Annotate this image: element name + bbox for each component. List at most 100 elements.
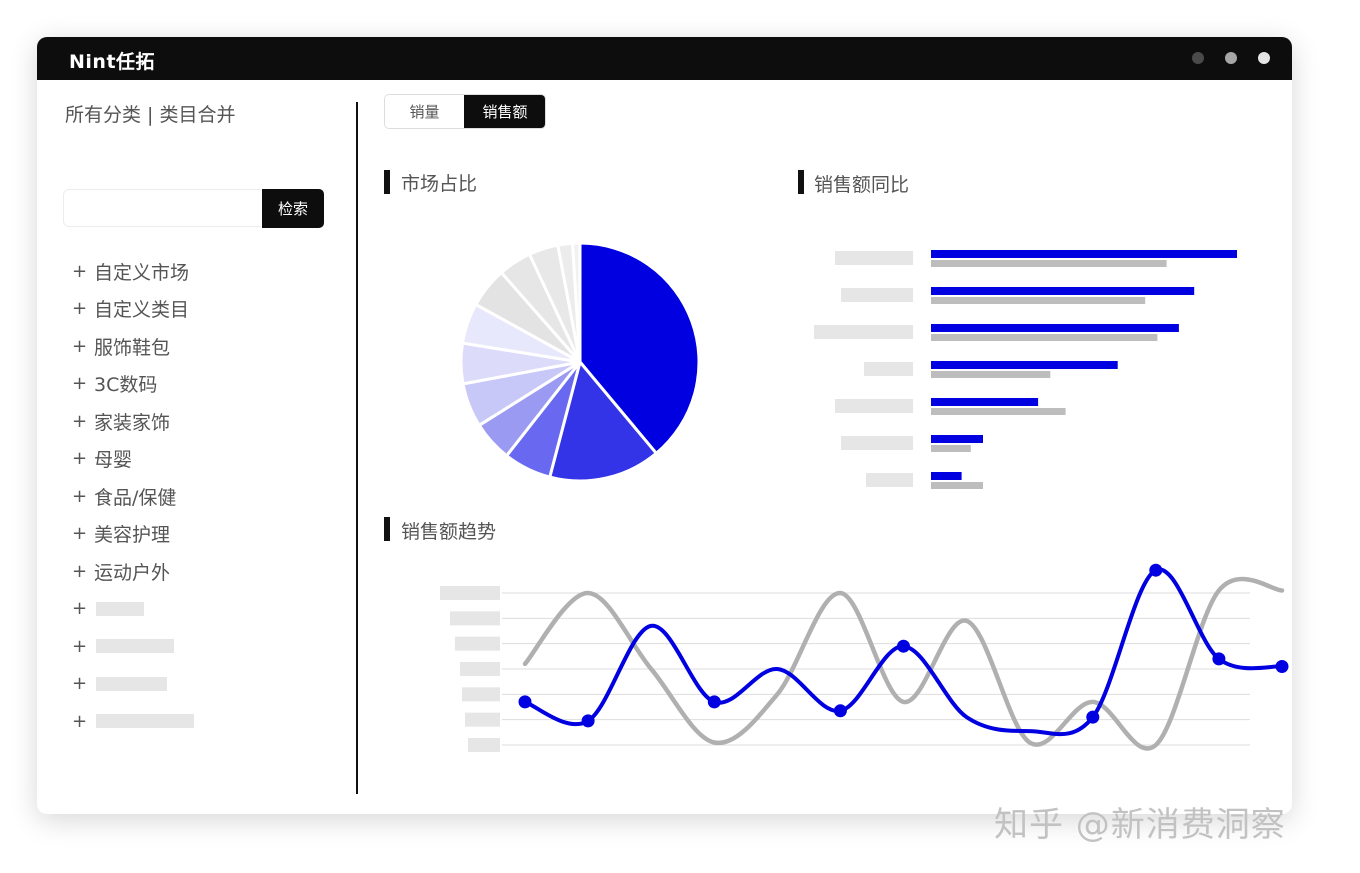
yoy-title: 销售额同比: [814, 174, 910, 196]
category-label: 自定义市场: [94, 261, 190, 284]
bar-current[interactable]: [931, 435, 983, 443]
bar-current[interactable]: [931, 361, 1118, 369]
trend-data-point[interactable]: [581, 714, 595, 728]
category-item[interactable]: + 自定义类目: [72, 296, 189, 322]
bar-previous[interactable]: [931, 371, 1051, 378]
category-label: 3C数码: [94, 374, 158, 396]
bar-current[interactable]: [931, 287, 1195, 295]
category-item[interactable]: + 自定义市场: [72, 258, 189, 284]
category-item[interactable]: + 运动户外: [72, 558, 170, 584]
bar-previous[interactable]: [931, 445, 971, 452]
bar-previous[interactable]: [931, 334, 1158, 341]
trend-data-point[interactable]: [897, 639, 910, 653]
category-label: 服饰鞋包: [94, 336, 171, 359]
category-label: 运动户外: [94, 561, 171, 584]
y-tick-label-placeholder: [462, 687, 500, 702]
sidebar-divider: [356, 102, 358, 794]
yoy-bar-chart: [814, 250, 1237, 489]
section-marker: [384, 170, 390, 194]
bar-category-label-placeholder: [864, 362, 913, 376]
trend-data-point[interactable]: [707, 695, 721, 709]
nint-logo: Nint任拓: [69, 51, 156, 73]
window-control-dot[interactable]: [1192, 52, 1204, 64]
trend-data-point[interactable]: [1212, 652, 1226, 666]
section-marker: [384, 517, 390, 541]
bar-previous[interactable]: [931, 408, 1066, 415]
expand-plus-icon[interactable]: +: [72, 448, 94, 469]
expand-plus-icon[interactable]: +: [72, 636, 94, 657]
y-tick-label-placeholder: [455, 636, 500, 651]
category-item[interactable]: +: [72, 708, 194, 734]
category-item[interactable]: + 美容护理: [72, 521, 170, 547]
expand-plus-icon[interactable]: +: [72, 298, 94, 319]
sales-trend-line-chart: [440, 563, 1289, 752]
sidebar-title: 所有分类 | 类目合并: [65, 104, 236, 126]
bar-category-label-placeholder: [835, 251, 913, 265]
category-label-placeholder: [96, 676, 167, 691]
metric-toggle: 销量 销售额: [384, 94, 546, 129]
window-control-dot[interactable]: [1258, 52, 1270, 64]
app-window: Nint任拓 所有分类 | 类目合并 检索 + 自定义市场 + 自定义类目 + 服饰鞋包 +…: [37, 37, 1292, 814]
expand-plus-icon[interactable]: +: [72, 523, 94, 544]
search-input[interactable]: [63, 189, 261, 227]
bar-category-label-placeholder: [814, 325, 913, 339]
expand-plus-icon[interactable]: +: [72, 598, 94, 619]
comparison-trend-line[interactable]: [522, 576, 1285, 751]
trend-data-point[interactable]: [518, 695, 532, 709]
bar-current[interactable]: [931, 250, 1237, 258]
expand-plus-icon[interactable]: +: [72, 411, 94, 432]
category-sidebar: 所有分类 | 类目合并 检索 + 自定义市场 + 自定义类目 + 服饰鞋包 +3C数码 + 家装…: [37, 80, 357, 814]
trend-data-point[interactable]: [833, 704, 847, 718]
expand-plus-icon[interactable]: +: [72, 561, 94, 582]
category-item[interactable]: + 食品/保健: [72, 483, 176, 509]
trend-data-point[interactable]: [1086, 710, 1100, 724]
bar-category-label-placeholder: [841, 288, 913, 302]
trend-data-point[interactable]: [1275, 660, 1289, 673]
y-tick-label-placeholder: [440, 586, 500, 600]
market-share-pie-chart: [459, 241, 701, 483]
category-label: 自定义类目: [94, 299, 190, 321]
category-item[interactable]: +3C数码: [72, 371, 157, 397]
bar-current[interactable]: [931, 398, 1039, 406]
expand-plus-icon[interactable]: +: [72, 373, 94, 394]
y-tick-label-placeholder: [468, 738, 500, 752]
trend-data-point[interactable]: [1149, 563, 1163, 577]
expand-plus-icon[interactable]: +: [72, 673, 94, 694]
bar-current[interactable]: [931, 472, 962, 480]
expand-plus-icon[interactable]: +: [72, 711, 94, 732]
bar-category-label-placeholder: [866, 473, 913, 487]
category-item[interactable]: + 家装家饰: [72, 408, 170, 434]
category-item[interactable]: + 母婴: [72, 446, 132, 472]
category-label: 美容护理: [94, 524, 171, 546]
tab-sales-amount[interactable]: 销售额: [464, 95, 545, 128]
expand-plus-icon[interactable]: +: [72, 336, 94, 357]
expand-plus-icon[interactable]: +: [72, 261, 94, 282]
category-label: 家装家饰: [94, 411, 171, 434]
market-share-title: 市场占比: [401, 173, 478, 195]
category-item[interactable]: +: [72, 671, 167, 697]
window-control-dot[interactable]: [1225, 52, 1237, 64]
tab-sales-volume[interactable]: 销量: [385, 95, 464, 128]
category-label-placeholder: [96, 714, 194, 728]
search-button[interactable]: 检索: [262, 189, 324, 228]
y-tick-label-placeholder: [465, 712, 500, 727]
category-label-placeholder: [96, 639, 174, 653]
y-tick-label-placeholder: [460, 662, 500, 676]
trend-title: 销售额趋势: [401, 521, 497, 543]
category-label: 食品/保健: [94, 486, 177, 509]
category-label-placeholder: [96, 601, 144, 616]
bar-category-label-placeholder: [841, 436, 913, 450]
bar-previous[interactable]: [931, 297, 1146, 304]
category-item[interactable]: +: [72, 596, 144, 622]
bar-current[interactable]: [931, 324, 1179, 332]
watermark: 知乎 @新消费洞察: [994, 805, 1286, 845]
section-marker: [798, 170, 804, 194]
bar-previous[interactable]: [931, 482, 983, 489]
category-item[interactable]: + 服饰鞋包: [72, 333, 170, 359]
y-tick-label-placeholder: [450, 611, 500, 626]
expand-plus-icon[interactable]: +: [72, 486, 94, 507]
bar-previous[interactable]: [931, 260, 1167, 267]
category-label: 母婴: [94, 449, 133, 471]
bar-category-label-placeholder: [835, 399, 913, 413]
category-item[interactable]: +: [72, 633, 174, 659]
